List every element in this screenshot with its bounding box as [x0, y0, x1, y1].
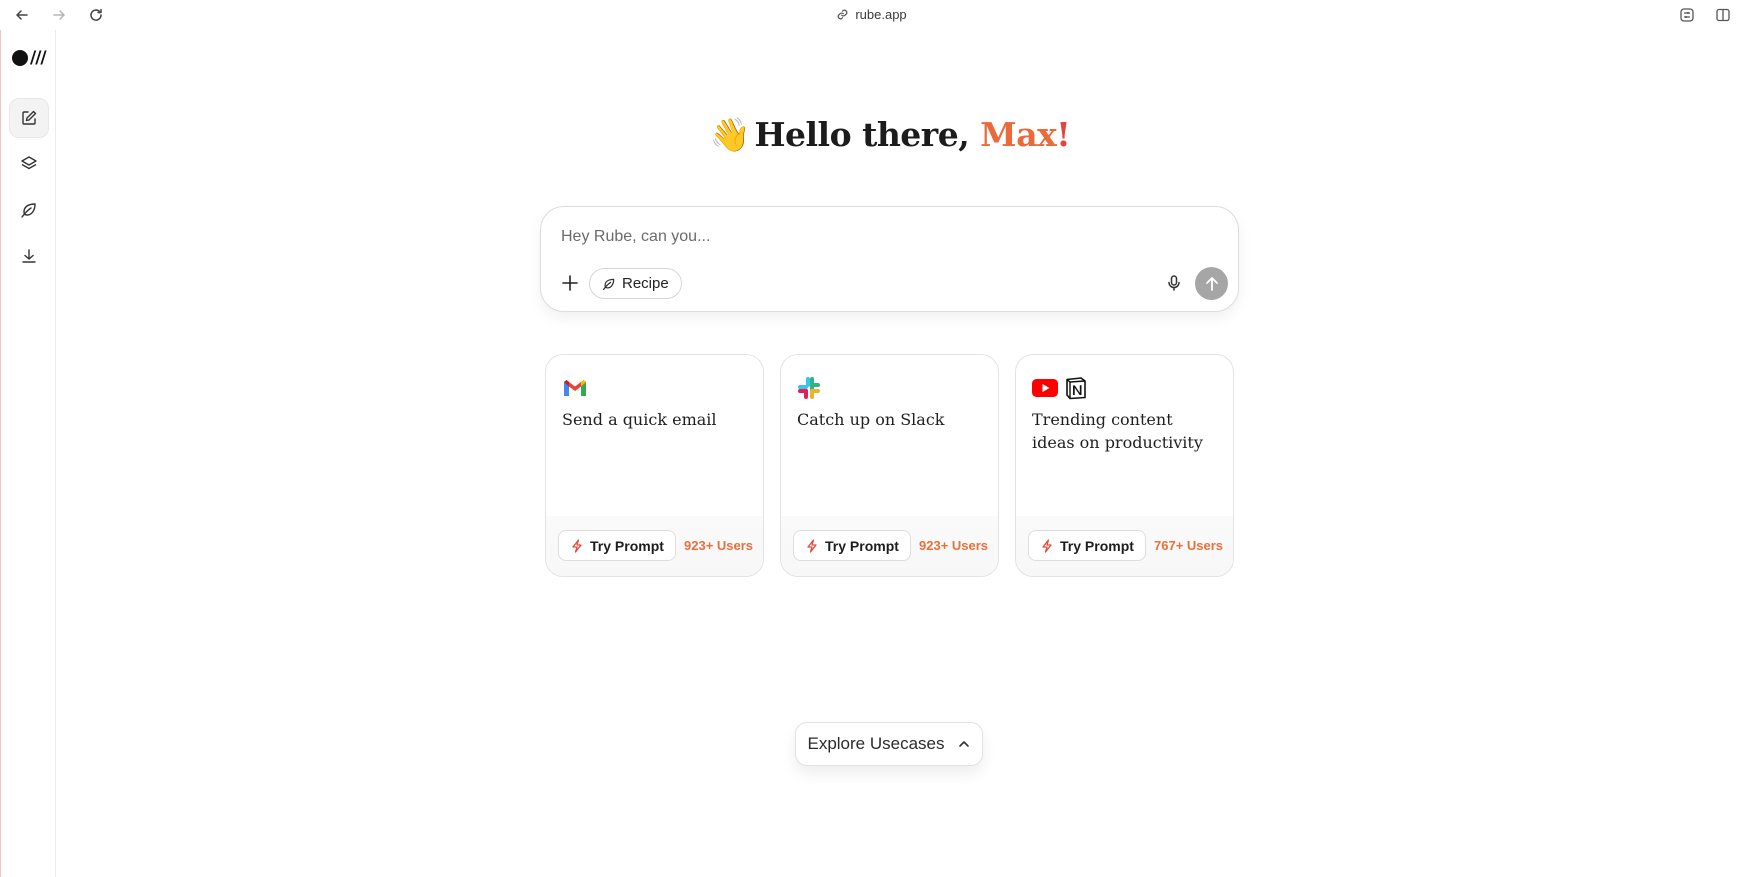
prompt-input[interactable]: Hey Rube, can you...	[561, 228, 710, 246]
users-count: 767+ Users	[1154, 538, 1224, 553]
notion-icon	[1066, 377, 1086, 400]
greeting-heading: 👋 Hello there, Max!	[0, 115, 1743, 155]
arrow-up-icon	[1205, 276, 1218, 291]
try-prompt-button[interactable]: Try Prompt	[558, 530, 676, 561]
lightning-icon	[807, 538, 817, 553]
voice-input-button[interactable]	[1162, 271, 1186, 295]
card-title: Send a quick email	[562, 410, 717, 429]
recipe-label: Recipe	[622, 275, 669, 292]
try-prompt-label: Try Prompt	[825, 537, 899, 554]
prompt-card-email[interactable]: Send a quick email Try Prompt 923+ Users	[545, 354, 764, 577]
lightning-icon	[1042, 538, 1052, 553]
sidebar: ///	[0, 30, 56, 877]
logo-dot	[12, 50, 28, 66]
chevron-up-icon	[958, 741, 969, 747]
prompt-card-content-ideas[interactable]: Trending content ideas on productivity T…	[1015, 354, 1234, 577]
send-button[interactable]	[1195, 267, 1228, 300]
greeting-prefix: Hello there,	[754, 115, 981, 154]
leaf-icon	[602, 278, 615, 290]
sidebar-toggle-icon	[1716, 8, 1730, 22]
card-app-icons	[1032, 375, 1088, 401]
extensions-icon	[1680, 8, 1694, 22]
card-app-icons	[797, 375, 821, 401]
card-title: Catch up on Slack	[797, 410, 945, 429]
browser-toolbar: rube.app	[0, 0, 1743, 30]
plus-icon	[562, 275, 578, 291]
leaf-icon	[21, 203, 36, 218]
greeting-suffix: !	[1056, 115, 1071, 154]
gmail-icon	[564, 380, 586, 396]
waving-hand-icon: 👋	[709, 115, 751, 154]
card-title: Trending content ideas on productivity	[1032, 410, 1203, 452]
prompt-composer[interactable]: Hey Rube, can you... Recipe	[540, 206, 1239, 312]
youtube-icon	[1032, 379, 1058, 397]
logo-bars-icon: ///	[30, 48, 47, 68]
card-app-icons	[562, 375, 588, 401]
extensions-button[interactable]	[1677, 5, 1697, 25]
address-bar[interactable]: rube.app	[0, 7, 1743, 22]
card-footer: Try Prompt 767+ Users	[1016, 516, 1233, 576]
microphone-icon	[1168, 275, 1180, 291]
card-footer: Try Prompt 923+ Users	[546, 516, 763, 576]
url-text: rube.app	[855, 7, 907, 22]
user-name: Max	[980, 115, 1057, 154]
slack-icon	[798, 377, 820, 399]
card-footer: Try Prompt 923+ Users	[781, 516, 998, 576]
try-prompt-button[interactable]: Try Prompt	[793, 530, 911, 561]
layers-icon	[21, 156, 37, 170]
explore-usecases-button[interactable]: Explore Usecases	[795, 722, 983, 766]
sidebar-item-download[interactable]	[9, 236, 49, 276]
rube-logo[interactable]: ///	[12, 48, 47, 68]
download-icon	[22, 249, 36, 263]
link-icon	[837, 9, 848, 20]
add-attachment-button[interactable]	[557, 270, 583, 296]
users-count: 923+ Users	[684, 538, 754, 553]
try-prompt-button[interactable]: Try Prompt	[1028, 530, 1146, 561]
prompt-card-slack[interactable]: Catch up on Slack Try Prompt 923+ Users	[780, 354, 999, 577]
try-prompt-label: Try Prompt	[590, 537, 664, 554]
sidebar-item-recipes[interactable]	[9, 190, 49, 230]
sidebar-toggle-button[interactable]	[1713, 5, 1733, 25]
lightning-icon	[572, 538, 582, 553]
explore-usecases-label: Explore Usecases	[807, 734, 945, 753]
try-prompt-label: Try Prompt	[1060, 537, 1134, 554]
users-count: 923+ Users	[919, 538, 989, 553]
recipe-button[interactable]: Recipe	[589, 268, 682, 299]
